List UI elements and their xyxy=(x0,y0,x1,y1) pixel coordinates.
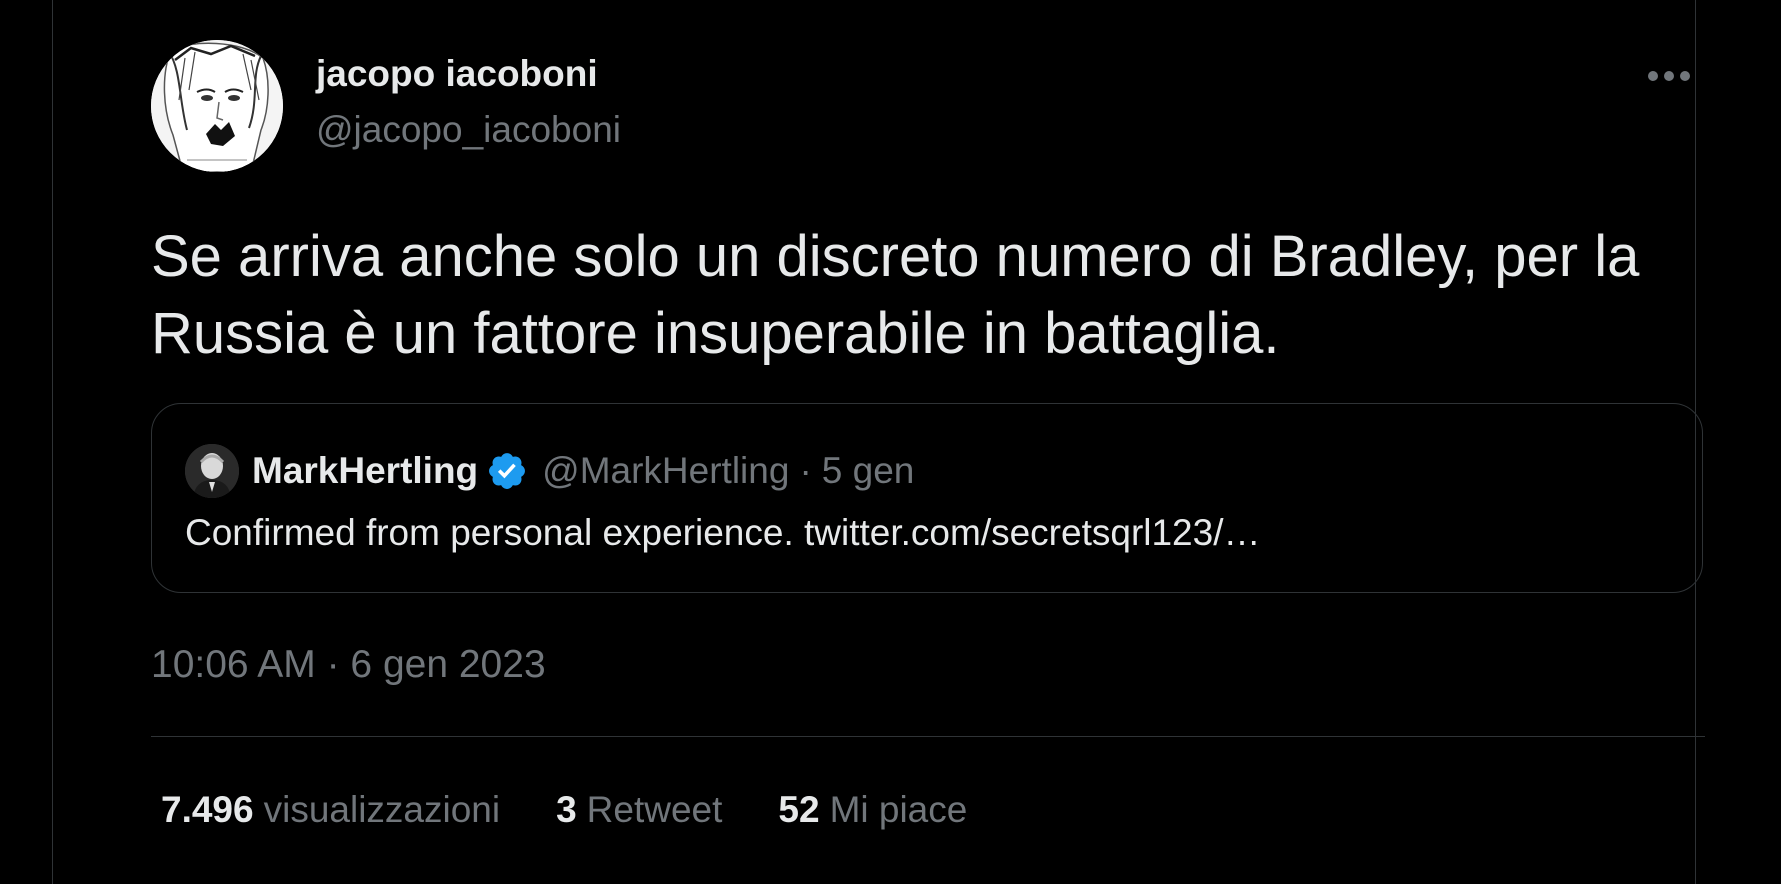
tweet: jacopo iacoboni @jacopo_iacoboni Se arri… xyxy=(151,0,1705,884)
stat-likes[interactable]: 52 Mi piace xyxy=(778,785,967,835)
quote-avatar-drawing xyxy=(185,444,239,498)
tweet-timestamp[interactable]: 10:06 AM · 6 gen 2023 xyxy=(151,640,546,690)
stat-retweets-count: 3 xyxy=(556,789,577,830)
stat-likes-label: Mi piace xyxy=(829,789,968,830)
stat-retweets[interactable]: 3 Retweet xyxy=(556,785,722,835)
avatar-drawing xyxy=(151,40,283,172)
author-handle[interactable]: @jacopo_iacoboni xyxy=(316,108,621,152)
author-name[interactable]: jacopo iacoboni xyxy=(316,52,598,96)
quote-header: MarkHertling @MarkHertling · 5 gen xyxy=(252,446,914,496)
quote-time[interactable]: 5 gen xyxy=(822,450,915,492)
tweet-stats: 7.496 visualizzazioni 3 Retweet 52 Mi pi… xyxy=(161,785,1023,835)
stat-likes-count: 52 xyxy=(778,789,820,830)
author-avatar[interactable] xyxy=(151,40,283,172)
timeline-column: jacopo iacoboni @jacopo_iacoboni Se arri… xyxy=(52,0,1705,884)
stat-views-count: 7.496 xyxy=(161,789,254,830)
verified-badge-icon xyxy=(489,453,526,489)
quote-author-handle[interactable]: @MarkHertling xyxy=(542,450,789,492)
more-options-button[interactable] xyxy=(1641,58,1697,94)
page: jacopo iacoboni @jacopo_iacoboni Se arri… xyxy=(0,0,1781,884)
quote-separator: · xyxy=(799,450,812,491)
quote-author-avatar[interactable] xyxy=(185,444,239,498)
stat-retweets-label: Retweet xyxy=(586,789,723,830)
ellipsis-icon xyxy=(1648,71,1690,81)
divider xyxy=(151,736,1705,737)
quote-author-name[interactable]: MarkHertling xyxy=(252,450,478,492)
quoted-tweet[interactable]: MarkHertling @MarkHertling · 5 gen Confi… xyxy=(151,403,1703,593)
quote-text: Confirmed from personal experience. twit… xyxy=(185,512,1261,553)
stat-views[interactable]: 7.496 visualizzazioni xyxy=(161,785,500,835)
stat-views-label: visualizzazioni xyxy=(263,789,501,830)
tweet-text: Se arriva anche solo un discreto numero … xyxy=(151,224,1640,366)
